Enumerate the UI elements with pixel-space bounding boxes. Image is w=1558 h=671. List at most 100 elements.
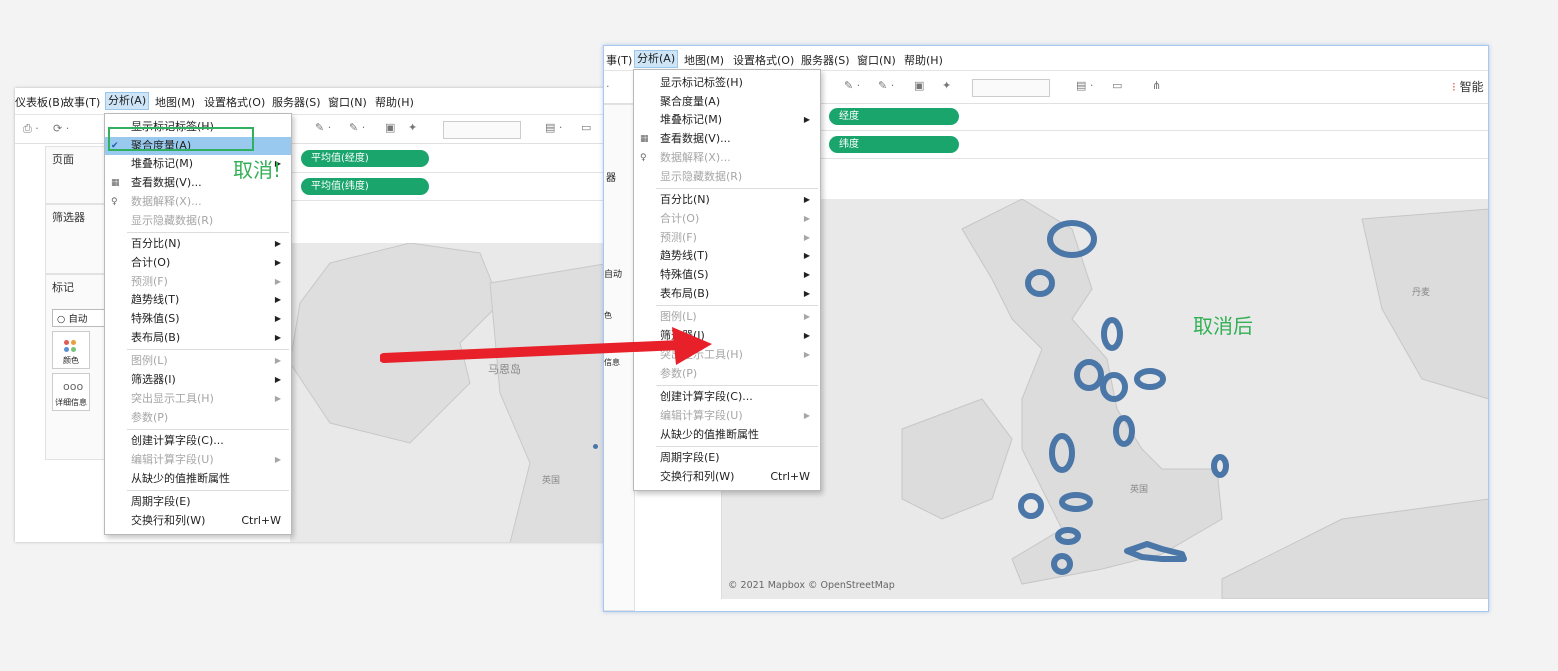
fit-icon[interactable]: ▤ · [545,121,562,134]
menu-window[interactable]: 窗口(N) [857,52,896,68]
highlighter-icon[interactable]: ✎ · [878,79,894,92]
menu-map[interactable]: 地图(M) [155,94,195,110]
map-mark[interactable] [1124,541,1187,562]
show-me-button[interactable]: ⁝ 智能 [1452,78,1484,95]
rows-pill[interactable]: 纬度 [829,136,959,153]
pin-icon[interactable]: ✦ [408,121,417,134]
map-mark[interactable] [1018,493,1044,519]
menu-separator [656,188,818,190]
submenu-arrow-icon: ▶ [803,251,810,261]
menu-analysis[interactable]: 分析(A) [634,50,679,68]
table-icon: ▦ [111,178,120,189]
map-label-denmark: 丹麦 [1412,288,1431,298]
menu-item[interactable]: 百分比(N) ▶ [634,191,820,209]
menu-item[interactable]: 表布局(B) ▶ [105,329,291,347]
left-map[interactable]: 马恩岛 英国 [290,243,605,542]
menu-server[interactable]: 服务器(S) [272,94,321,110]
map-mark[interactable] [1134,368,1166,390]
map-mark[interactable] [1113,415,1135,447]
menu-item[interactable]: 合计(O) ▶ [105,254,291,272]
map-mark[interactable] [1049,433,1075,473]
map-attribution[interactable]: © 2021 Mapbox © OpenStreetMap [728,580,895,591]
columns-shelf: 平均值(经度) [290,146,605,173]
map-mark[interactable] [1047,220,1097,258]
map-mark[interactable] [1074,359,1104,391]
menu-item[interactable]: 特殊值(S) ▶ [105,310,291,328]
menu-item[interactable]: 百分比(N) ▶ [105,235,291,253]
fit-icon[interactable]: ▤ · [1076,79,1093,92]
map-mark[interactable] [1055,527,1081,545]
menu-help[interactable]: 帮助(H) [904,52,943,68]
menu-item[interactable]: 趋势线(T) ▶ [105,291,291,309]
text-box-icon[interactable]: ▣ [914,79,924,92]
menu-item[interactable]: 筛选器(I) ▶ [105,371,291,389]
menu-item-label: 趋势线(T) [660,249,709,263]
share-icon[interactable]: ⋔ [1152,79,1161,92]
columns-pill[interactable]: 平均值(经度) [301,150,429,167]
menu-item-label: 堆叠标记(M) [660,113,723,127]
menu-item[interactable]: 创建计算字段(C)... [105,432,291,450]
menu-item[interactable]: 显示标记标签(H) [634,74,820,92]
map-mark[interactable] [1025,269,1055,297]
menu-help[interactable]: 帮助(H) [375,94,414,110]
menu-item[interactable]: 特殊值(S) ▶ [634,266,820,284]
map-mark[interactable] [1051,553,1073,575]
map-mark[interactable] [1100,372,1128,402]
menu-item[interactable]: 周期字段(E) [634,449,820,467]
menu-format[interactable]: 设置格式(O) [204,94,265,110]
menu-item[interactable]: 从缺少的值推断属性 [634,426,820,444]
columns-pill[interactable]: 经度 [829,108,959,125]
menu-item[interactable]: 聚合度量(A) [634,93,820,111]
menu-item-label: 参数(P) [131,410,169,424]
refresh-icon[interactable]: ⟳ · [53,122,69,135]
menu-item[interactable]: 趋势线(T) ▶ [634,247,820,265]
menu-item-label: 数据解释(X)... [660,150,731,164]
marks-type-label: 自动 [604,270,623,280]
menu-dashboard[interactable]: 仪表板(B) [15,94,64,110]
menu-separator [656,446,818,448]
menu-item[interactable]: 堆叠标记(M) ▶ [634,111,820,129]
menu-item[interactable]: 查看数据(V)... ▦ [634,130,820,148]
submenu-arrow-icon: ▶ [803,410,810,420]
right-map[interactable]: 英国 丹麦 © 2021 Mapbox © OpenStreetMap [721,199,1488,599]
presentation-icon[interactable]: ▭ [1112,79,1122,92]
pen-icon[interactable]: ✎ · [844,79,860,92]
submenu-arrow-icon: ▶ [274,356,281,366]
menu-item[interactable]: 创建计算字段(C)... [634,388,820,406]
submenu-arrow-icon: ▶ [803,195,810,205]
menu-server[interactable]: 服务器(S) [801,52,850,68]
menu-story[interactable]: 事(T) [606,52,632,68]
menu-item[interactable]: 交换行和列(W) Ctrl+W [634,468,820,486]
presentation-icon[interactable]: ▭ [581,121,591,134]
toolbar-combo[interactable] [972,79,1050,97]
menu-item-label: 百分比(N) [660,193,710,207]
highlighter-icon[interactable]: ✎ · [349,121,365,134]
menu-item-label: 周期字段(E) [660,451,720,465]
menu-item-label: 从缺少的值推断属性 [131,471,230,485]
menu-analysis[interactable]: 分析(A) [105,92,150,110]
menu-item[interactable]: 交换行和列(W) Ctrl+W [105,512,291,530]
menu-format[interactable]: 设置格式(O) [733,52,794,68]
menu-item[interactable]: 周期字段(E) [105,493,291,511]
color-button[interactable]: 颜色 [52,331,90,369]
map-mark[interactable] [1211,454,1229,478]
text-box-icon[interactable]: ▣ [385,121,395,134]
submenu-arrow-icon: ▶ [274,314,281,323]
menu-item-label: 编辑计算字段(U) [131,452,214,466]
right-menu-bar: 事(T) 分析(A) 地图(M) 设置格式(O) 服务器(S) 窗口(N) 帮助… [604,46,1488,71]
menu-item[interactable]: 从缺少的值推断属性 [105,470,291,488]
pin-icon[interactable]: ✦ [942,79,951,92]
rows-shelf: 纬度 [820,132,1488,159]
menu-map[interactable]: 地图(M) [684,52,724,68]
rows-pill[interactable]: 平均值(纬度) [301,178,429,195]
menu-story[interactable]: 故事(T) [63,94,100,110]
save-icon[interactable]: ⎙ · [23,122,39,136]
menu-item[interactable]: 表布局(B) ▶ [634,285,820,303]
toolbar-combo[interactable] [443,121,521,139]
menu-window[interactable]: 窗口(N) [328,94,367,110]
detail-button[interactable]: ooo 详细信息 [52,373,90,411]
map-mark[interactable] [1059,492,1093,512]
map-mark[interactable] [1101,317,1123,351]
map-mark[interactable] [593,444,598,449]
pen-icon[interactable]: ✎ · [315,121,331,134]
